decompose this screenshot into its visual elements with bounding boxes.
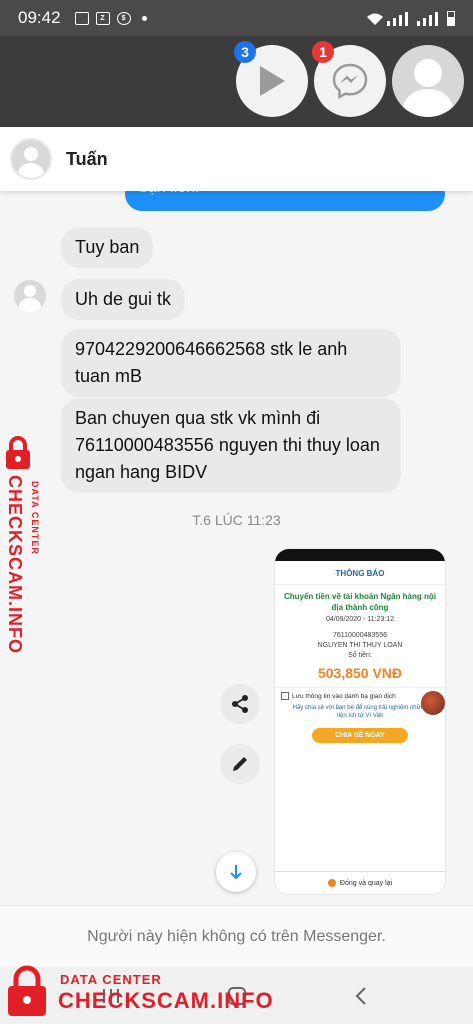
chat-head-video-player[interactable]: 3 [234,41,308,117]
received-message[interactable]: Uh de gui tk [61,279,186,320]
signal-icon [387,20,390,26]
signal-icon-2 [417,20,420,26]
received-message[interactable]: Tuy ban [61,227,154,268]
image-icon [74,11,89,25]
badge-count: 1 [312,41,334,63]
back-button[interactable] [350,985,372,1007]
back-icon [355,987,366,1005]
status-time: 09:42 [18,8,61,27]
received-message-text: Uh de gui tk [75,289,172,309]
watermark-bottom: DATA CENTER CHECKSCAM.INFO [0,960,300,1020]
watermark-brand: CHECKSCAM.INFO [5,475,25,654]
receipt-amount: 503,850 VNĐ [317,665,403,681]
lock-icon [8,965,46,1016]
scroll-to-bottom-button[interactable] [216,852,256,892]
receipt-share-label: CHIA SẺ NGAY [335,732,385,739]
receipt-account-name: NGUYEN THI THUY LOAN [317,642,403,649]
watermark-subtitle: DATA CENTER [60,972,162,987]
receipt-account-number: 76110000483556 [333,632,387,639]
food-thumbnail [421,691,445,715]
battery-icon [447,10,455,26]
messenger-icon [332,63,368,100]
receipt-image[interactable]: THÔNG BÁO Chuyển tiền về tài khoản Ngân … [275,549,445,894]
contact-name[interactable]: Tuấn [66,149,108,170]
wifi-icon [367,13,383,25]
received-message-text: Tuy ban [75,237,140,257]
edit-button[interactable] [220,744,260,784]
badge-count: 3 [234,41,256,63]
lock-icon [6,436,30,469]
message-timestamp: T.6 LÚC 11:23 [192,512,281,528]
sender-avatar[interactable] [14,280,46,312]
receipt-share-button: CHIA SẺ NGAY [312,728,408,743]
chat-head-messenger[interactable]: 1 [312,41,386,117]
receipt-promo: Hãy chia sẻ với bạn bè để cùng trải nghi… [292,705,428,719]
received-message-text: 9704229200646662568 stk le anh tuan mB [75,339,348,386]
watermark-brand: CHECKSCAM.INFO [58,988,274,1013]
arrow-down-icon [230,865,242,880]
user-icon [403,59,453,117]
chat-head-contact-avatar[interactable] [392,45,464,117]
share-icon [232,695,248,713]
status-right-icons [366,10,455,26]
watermark-side: CHECKSCAM.INFO DATA CENTER [2,435,52,670]
unavailable-notice: Người này hiện không có trên Messenger. [0,905,473,967]
checkbox-icon [281,692,289,700]
receipt-amount-label: Số tiền: [348,652,372,659]
avatar[interactable] [10,138,52,180]
receipt-top-bar [275,549,445,561]
pencil-icon [233,757,247,771]
receipt-close-bar: Đóng và quay lại [275,871,445,894]
watermark-subtitle: DATA CENTER [30,481,40,555]
notification-dot-icon [141,15,147,21]
receipt-title: THÔNG BÁO [275,561,445,585]
chat-header: Tuấn [0,127,473,191]
received-message[interactable]: 9704229200646662568 stk le anh tuan mB [61,329,401,397]
play-icon [260,66,285,96]
receipt-save-label: Lưu thông tin vào danh bạ giao dịch [292,692,396,700]
status-bar: 09:42 Z $ [0,0,473,36]
received-message-text: Ban chuyen qua stk vk mình đi 7611000048… [75,408,380,482]
chat-head-pointer [413,127,443,142]
receipt-save-checkbox: Lưu thông tin vào danh bạ giao dịch [275,687,445,702]
receipt-datetime: 04/09/2020 - 11:23:12 [326,616,394,623]
share-button[interactable] [220,684,260,724]
zalo-icon: Z [95,11,110,25]
sync-icon: $ [116,11,131,25]
close-dot-icon [327,879,336,887]
receipt-close-label: Đóng và quay lại [339,879,393,887]
receipt-headline: Chuyển tiền về tài khoản Ngân hàng nội đ… [283,592,436,612]
received-message[interactable]: Ban chuyen qua stk vk mình đi 7611000048… [61,398,401,493]
chat-panel: Tuấn bạn liền. Tuy ban Uh de gui tk 9704… [0,127,473,967]
